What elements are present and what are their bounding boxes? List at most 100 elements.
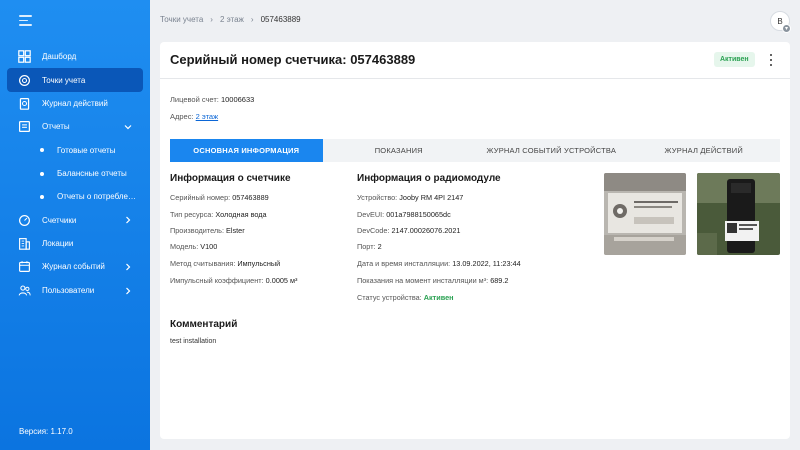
meter-field-serial: Серийный номер: 057463889	[170, 193, 269, 202]
chevron-right-icon	[126, 217, 131, 224]
users-icon	[18, 284, 31, 297]
sidebar-subitem-label: Готовые отчеты	[57, 145, 116, 155]
field-label: Тип ресурса:	[170, 210, 214, 219]
sidebar-item-users[interactable]: Пользователи	[0, 279, 150, 302]
chevron-right-icon: ›	[250, 15, 254, 24]
radio-field-devcode: DevCode: 2147.00026076.2021	[357, 226, 460, 235]
field-value: Jooby RM 4PI 2147	[399, 193, 464, 202]
sidebar-item-label: Счетчики	[42, 215, 77, 225]
account-label: Лицевой счет:	[170, 95, 219, 104]
sidebar-item-label: Журнал событий	[42, 262, 105, 272]
sidebar-item-counters[interactable]: Счетчики	[0, 208, 150, 231]
radiomodule-photo[interactable]	[697, 173, 780, 255]
tab-main-info[interactable]: ОСНОВНАЯ ИНФОРМАЦИЯ	[170, 139, 323, 162]
status-badge: Активен	[714, 52, 755, 67]
dashboard-icon	[18, 50, 31, 63]
field-label: Дата и время инсталляции:	[357, 259, 451, 268]
radio-field-port: Порт: 2	[357, 242, 382, 251]
radio-field-device: Устройство: Jooby RM 4PI 2147	[357, 193, 463, 202]
field-value: Холодная вода	[215, 210, 267, 219]
meter-info-title: Информация о счетчике	[170, 173, 291, 184]
field-label: DevCode:	[357, 226, 390, 235]
sidebar-subitem-balance-reports[interactable]: Балансные отчеты	[0, 162, 150, 185]
more-options-icon[interactable]	[766, 54, 776, 66]
address-info: Адрес: 2 этаж	[170, 112, 218, 121]
field-label: Статус устройства:	[357, 293, 422, 302]
radio-field-device-status: Статус устройства: Активен	[357, 293, 454, 302]
sidebar-item-event-journal[interactable]: Журнал событий	[0, 255, 150, 278]
reports-icon	[18, 120, 31, 133]
counter-icon	[18, 214, 31, 227]
sidebar-item-label: Дашборд	[42, 52, 77, 62]
field-value: 2	[377, 242, 382, 251]
meter-field-read-method: Метод считывания: Импульсный	[170, 259, 280, 268]
page-title: Серийный номер счетчика: 057463889	[170, 52, 416, 67]
sidebar-subitem-label: Отчеты о потреблен...	[57, 192, 137, 202]
sidebar-subitem-label: Балансные отчеты	[57, 169, 127, 178]
field-value: Elster	[226, 226, 245, 235]
meter-point-icon	[18, 74, 31, 87]
divider	[160, 78, 790, 79]
sidebar-item-label: Точки учета	[42, 75, 86, 85]
field-label: Метод считывания:	[170, 259, 236, 268]
tab-readings[interactable]: ПОКАЗАНИЯ	[323, 139, 476, 162]
field-label: Устройство:	[357, 193, 398, 202]
chevron-down-icon	[124, 125, 132, 130]
comment-title: Комментарий	[170, 319, 238, 330]
breadcrumb-item-floor[interactable]: 2 этаж	[220, 15, 244, 24]
field-value: 13.09.2022, 11:23:44	[452, 259, 521, 268]
sidebar-nav: Дашборд Точки учета Журнал действий Отче…	[0, 45, 150, 302]
account-value: 10006633	[220, 95, 255, 104]
meter-field-resource: Тип ресурса: Холодная вода	[170, 210, 267, 219]
meter-detail-card: Серийный номер счетчика: 057463889 Актив…	[160, 42, 790, 439]
tab-action-journal[interactable]: ЖУРНАЛ ДЕЙСТВИЙ	[628, 139, 781, 162]
sidebar-item-meter-points[interactable]: Точки учета	[7, 68, 143, 92]
breadcrumb: Точки учета › 2 этаж › 057463889	[160, 15, 301, 24]
bullet-icon	[40, 148, 44, 153]
sidebar-item-action-journal[interactable]: Журнал действий	[0, 92, 150, 115]
field-label: Производитель:	[170, 226, 224, 235]
chevron-right-icon	[126, 287, 131, 295]
menu-toggle-icon[interactable]	[19, 15, 32, 26]
chevron-right-icon: ›	[210, 15, 213, 24]
journal-icon	[18, 97, 31, 110]
field-label: Импульсный коэффициент:	[170, 276, 264, 285]
field-label: DevEUI:	[357, 210, 385, 219]
tab-bar: ОСНОВНАЯ ИНФОРМАЦИЯ ПОКАЗАНИЯ ЖУРНАЛ СОБ…	[170, 139, 780, 162]
breadcrumb-item-current: 057463889	[260, 15, 301, 24]
address-label: Адрес:	[170, 112, 194, 121]
field-value: 001a7988150065dc	[386, 210, 451, 219]
field-value: V100	[200, 242, 218, 251]
meter-field-pulse-coef: Импульсный коэффициент: 0.0005 м³	[170, 276, 297, 285]
meter-photo[interactable]	[604, 173, 686, 255]
field-label: Модель:	[170, 242, 199, 251]
sidebar-subitem-ready-reports[interactable]: Готовые отчеты	[0, 139, 150, 162]
field-value: 0.0005 м³	[265, 276, 298, 285]
building-icon	[18, 237, 31, 250]
bullet-icon	[40, 194, 44, 199]
tab-device-events[interactable]: ЖУРНАЛ СОБЫТИЙ УСТРОЙСТВА	[475, 139, 628, 162]
sidebar-item-label: Пользователи	[42, 285, 95, 295]
field-value: 2147.00026076.2021	[391, 226, 461, 235]
sidebar-subitem-consumption-reports[interactable]: Отчеты о потреблен...	[0, 185, 150, 208]
sidebar-item-dashboard[interactable]: Дашборд	[0, 45, 150, 68]
comment-text: test installation	[170, 338, 217, 345]
sidebar-item-label: Отчеты	[42, 122, 70, 132]
field-value: Импульсный	[237, 259, 281, 268]
field-value: 057463889	[232, 193, 269, 202]
address-link[interactable]: 2 этаж	[196, 112, 218, 121]
chevron-down-icon[interactable]: ▾	[782, 24, 791, 33]
bullet-icon	[40, 171, 44, 176]
field-label: Показания на момент инсталляции м³:	[357, 276, 489, 285]
chevron-right-icon	[126, 263, 131, 271]
calendar-icon	[18, 260, 31, 273]
sidebar: Дашборд Точки учета Журнал действий Отче…	[0, 0, 150, 450]
sidebar-item-locations[interactable]: Локации	[0, 232, 150, 255]
app-version: Версия: 1.17.0	[19, 427, 73, 436]
sidebar-item-reports[interactable]: Отчеты	[0, 115, 150, 138]
field-value: Активен	[423, 293, 454, 302]
radio-field-install-date: Дата и время инсталляции: 13.09.2022, 11…	[357, 259, 521, 268]
sidebar-item-label: Локации	[42, 239, 74, 249]
breadcrumb-item-meter-points[interactable]: Точки учета	[160, 15, 203, 24]
meter-field-model: Модель: V100	[170, 242, 217, 251]
